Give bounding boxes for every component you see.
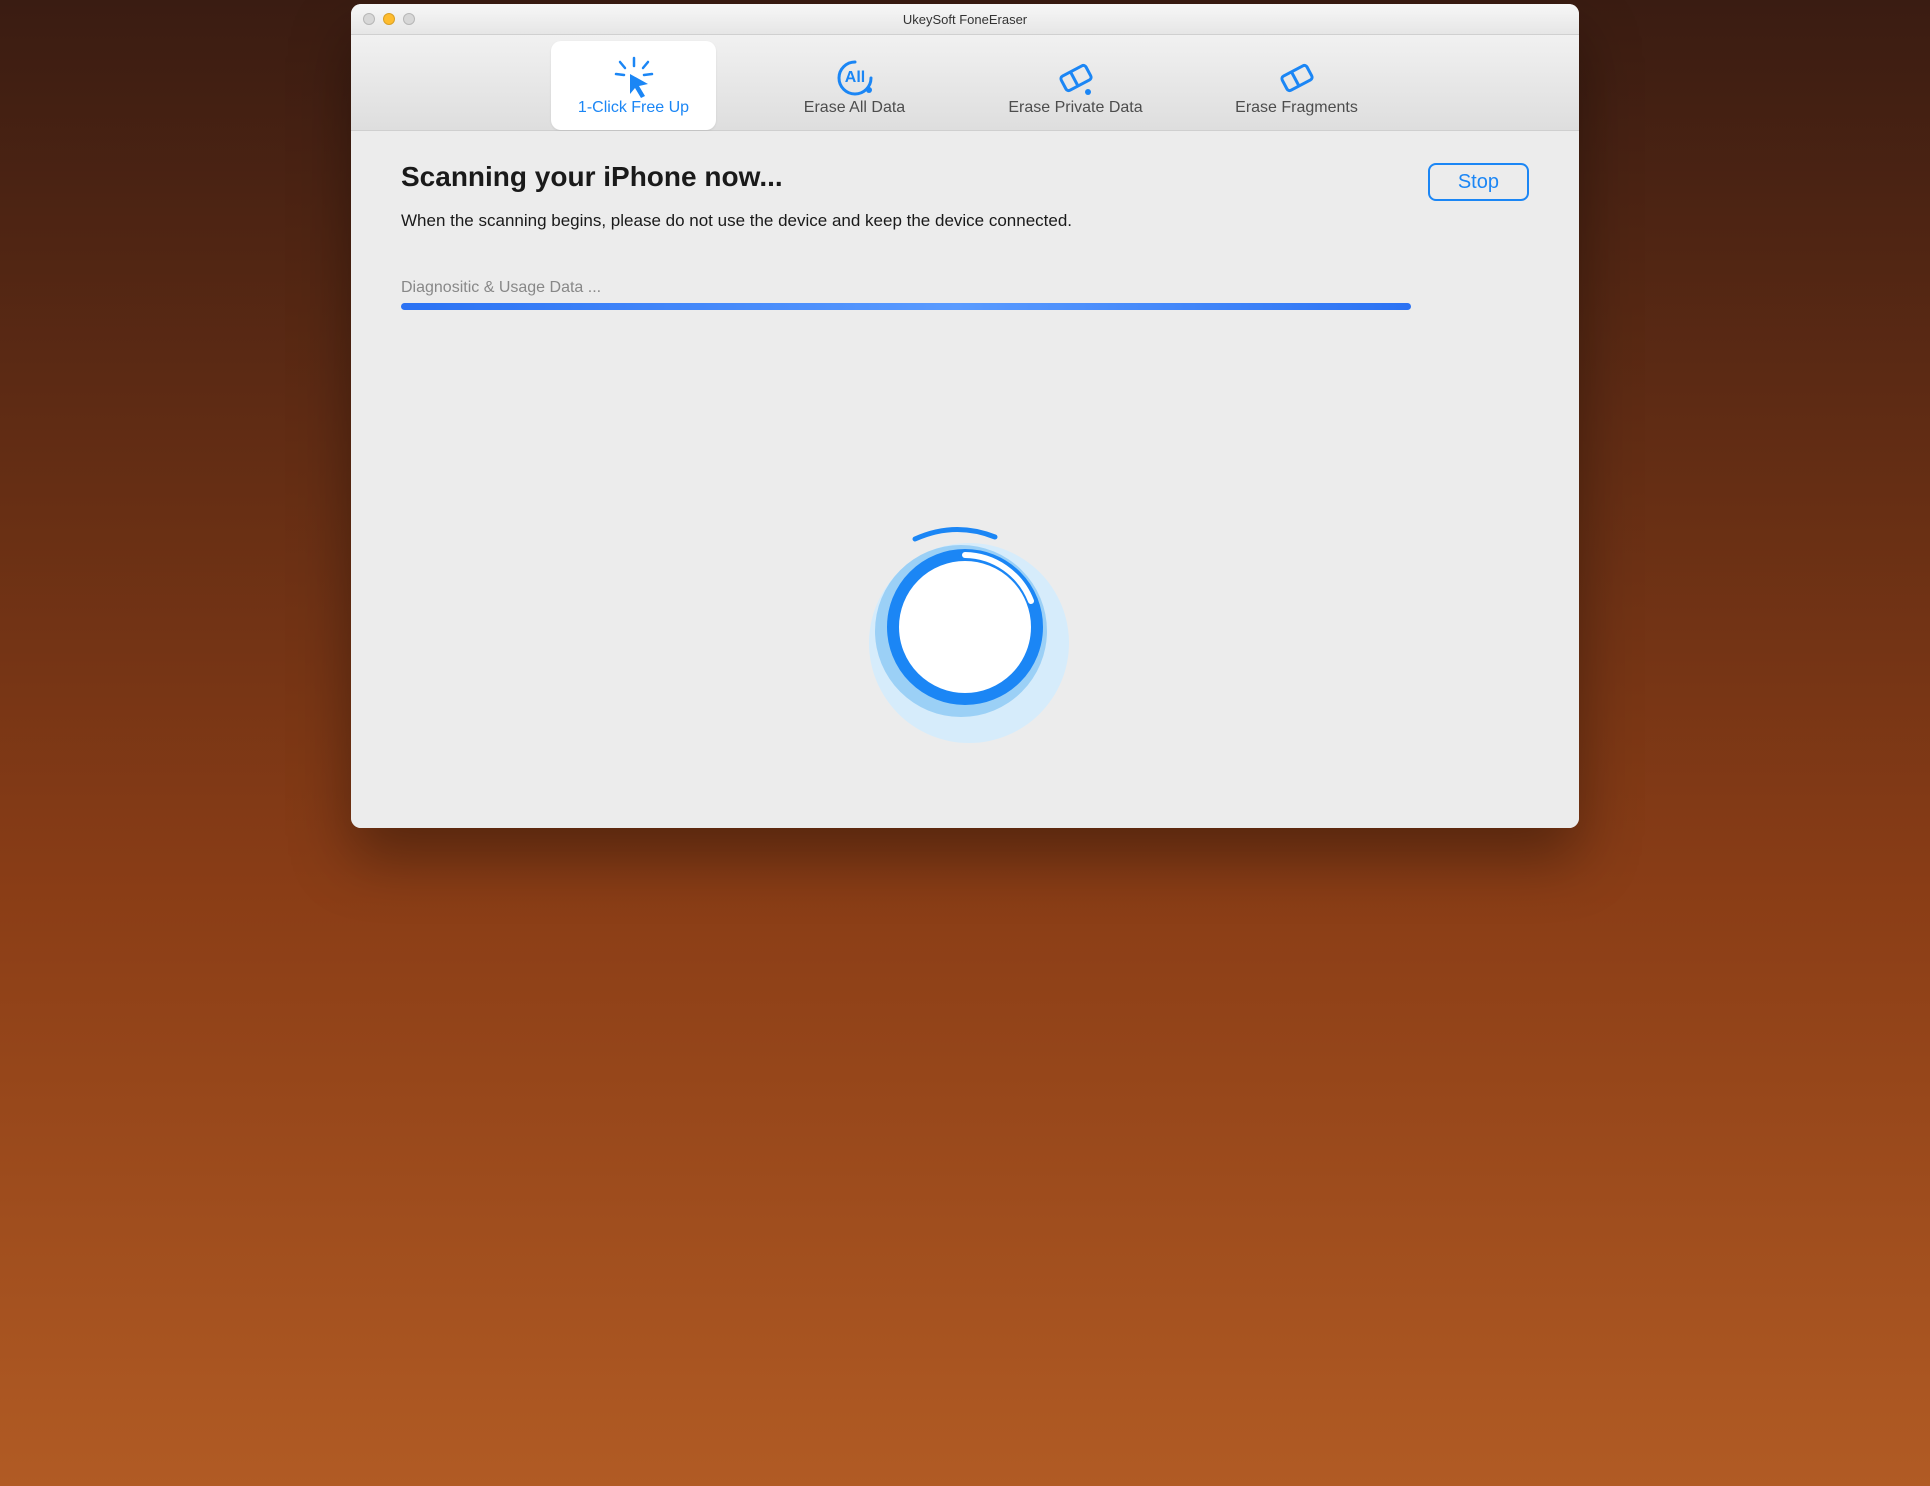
tab-erase-all-data[interactable]: All Erase All Data (772, 41, 937, 130)
close-window-button[interactable] (363, 13, 375, 25)
erase-all-icon: All (831, 55, 879, 101)
eraser-dot-icon (1052, 55, 1100, 101)
app-window: UkeySoft FoneEraser (351, 4, 1579, 828)
scanning-spinner (845, 511, 1085, 751)
progress-bar (401, 303, 1411, 310)
eraser-icon (1273, 55, 1321, 101)
page-title: Scanning your iPhone now... (401, 161, 1072, 193)
window-title: UkeySoft FoneEraser (351, 12, 1579, 27)
tab-erase-private-data[interactable]: Erase Private Data (993, 41, 1158, 130)
tab-label: Erase All Data (804, 99, 905, 117)
progress-status-label: Diagnositic & Usage Data ... (401, 279, 1529, 297)
tab-label: 1-Click Free Up (578, 99, 689, 117)
tab-label: Erase Private Data (1008, 99, 1142, 117)
minimize-window-button[interactable] (383, 13, 395, 25)
titlebar: UkeySoft FoneEraser (351, 4, 1579, 35)
tab-label: Erase Fragments (1235, 99, 1358, 117)
content-area: Scanning your iPhone now... When the sca… (351, 131, 1579, 828)
stop-button[interactable]: Stop (1428, 163, 1529, 201)
progress-section: Diagnositic & Usage Data ... (401, 279, 1529, 310)
tab-erase-fragments[interactable]: Erase Fragments (1214, 41, 1379, 130)
cursor-spark-icon (610, 55, 658, 101)
toolbar: 1-Click Free Up All Erase All Data (351, 35, 1579, 131)
page-subtitle: When the scanning begins, please do not … (401, 211, 1072, 231)
window-controls (363, 13, 415, 25)
svg-text:All: All (844, 69, 864, 86)
zoom-window-button[interactable] (403, 13, 415, 25)
desktop-background: UkeySoft FoneEraser (0, 0, 1930, 1486)
tab-1click-free-up[interactable]: 1-Click Free Up (551, 41, 716, 130)
